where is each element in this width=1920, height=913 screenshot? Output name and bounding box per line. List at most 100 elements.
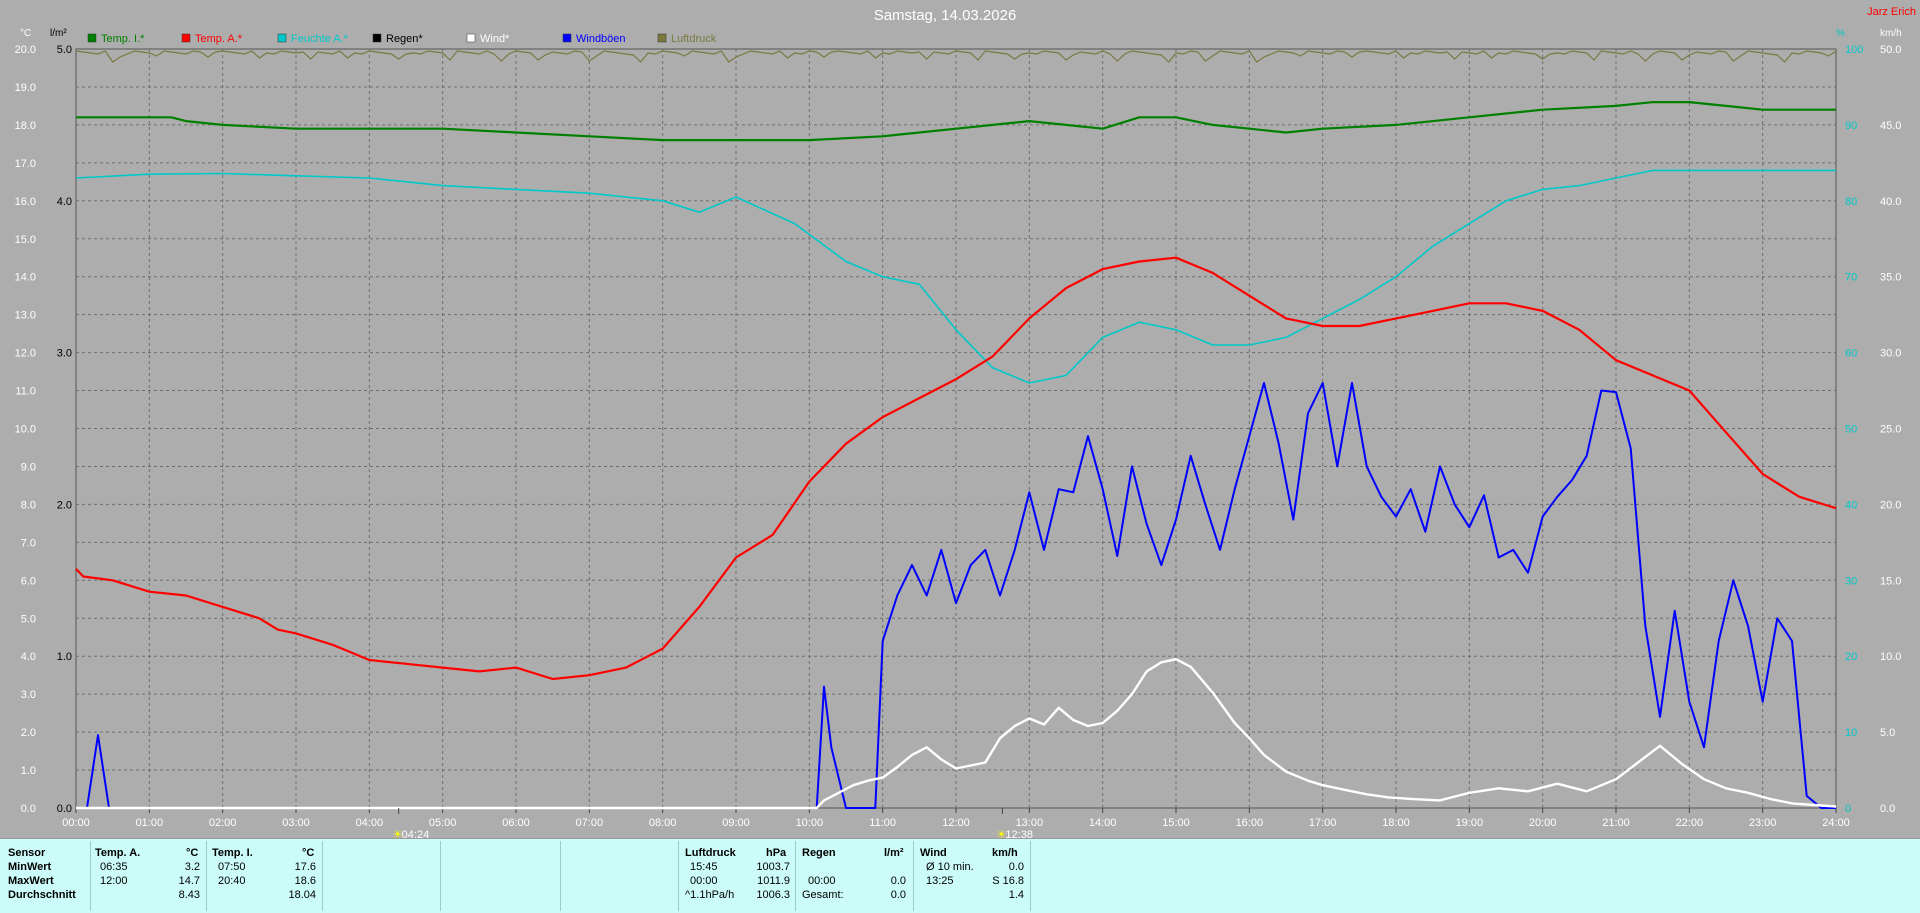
wind-tick-label: 30.0 (1880, 348, 1901, 360)
legend-label: Temp. A.* (195, 33, 243, 45)
x-tick-label: 02:00 (209, 817, 237, 829)
sun-marker-label: 04:24 (402, 829, 430, 838)
x-tick-label: 14:00 (1089, 817, 1117, 829)
wind-max: S 16.8 (992, 875, 1024, 887)
temp-tick-label: 1.0 (21, 765, 36, 777)
temp-a-title: Temp. A. (95, 847, 141, 859)
x-tick-label: 00:00 (62, 817, 90, 829)
x-tick-label: 15:00 (1162, 817, 1190, 829)
pct-axis-unit: % (1836, 28, 1845, 39)
temp-i-title: Temp. I. (212, 847, 253, 859)
wind-tick-label: 40.0 (1880, 196, 1901, 208)
wind-tick-label: 45.0 (1880, 120, 1901, 132)
pct-tick-label: 0 (1845, 803, 1851, 815)
temp-a-max: 14.7 (178, 875, 200, 887)
pct-tick-label: 20 (1845, 651, 1857, 663)
temp-tick-label: 20.0 (15, 44, 36, 56)
legend-label: Feuchte A.* (291, 33, 349, 45)
wind-tick-label: 15.0 (1880, 575, 1901, 587)
pressure-title: Luftdruck (685, 847, 736, 859)
temp-i-max: 18.6 (294, 875, 316, 887)
wind-tick-label: 20.0 (1880, 499, 1901, 511)
temp-i-avg: 18.04 (288, 889, 316, 901)
pct-tick-label: 80 (1845, 196, 1857, 208)
rain-tick-label: 5.0 (57, 44, 72, 56)
rain-unit: l/m² (884, 847, 904, 859)
temp-i-max-time: 20:40 (218, 875, 246, 887)
pressure-trend-label: ^1.1hPa/h (685, 889, 735, 901)
temp-i-unit: °C (302, 847, 315, 859)
legend-label: Windböen (576, 33, 626, 45)
x-tick-label: 20:00 (1529, 817, 1557, 829)
temp-tick-label: 14.0 (15, 272, 36, 284)
sun-marker-label: 12:38 (1005, 829, 1033, 838)
chart-title: Samstag, 14.03.2026 (874, 7, 1017, 24)
rain-total-label: Gesamt: (802, 889, 844, 901)
x-tick-label: 09:00 (722, 817, 750, 829)
row-label-max: MaxWert (8, 875, 54, 887)
wind-tick-label: 25.0 (1880, 424, 1901, 436)
x-tick-label: 05:00 (429, 817, 457, 829)
wind-tick-label: 0.0 (1880, 803, 1895, 815)
temp-tick-label: 5.0 (21, 613, 36, 625)
pct-tick-label: 40 (1845, 499, 1857, 511)
temp-i-min-time: 07:50 (218, 861, 246, 873)
temp-tick-label: 9.0 (21, 461, 36, 473)
x-tick-label: 13:00 (1016, 817, 1044, 829)
pct-tick-label: 50 (1845, 424, 1857, 436)
legend-label: Regen* (386, 33, 423, 45)
statistics-panel: Sensor MinWert MaxWert Durchschnitt Temp… (0, 838, 1920, 913)
x-tick-label: 18:00 (1382, 817, 1410, 829)
rain-max-time: 00:00 (808, 875, 836, 887)
temp-tick-label: 3.0 (21, 689, 36, 701)
row-label-min: MinWert (8, 861, 52, 873)
x-tick-label: 22:00 (1676, 817, 1704, 829)
sensor-label: Sensor (8, 847, 46, 859)
temp-tick-label: 11.0 (15, 386, 36, 398)
wind-tick-label: 50.0 (1880, 44, 1901, 56)
rain-axis-unit: l/m² (50, 28, 67, 39)
wind-avg: 1.4 (1008, 889, 1024, 901)
author-label: Jarz Erich (1867, 6, 1916, 18)
pct-tick-label: 100 (1845, 44, 1863, 56)
rain-title: Regen (802, 847, 836, 859)
temp-tick-label: 13.0 (15, 310, 36, 322)
wind-tick-label: 5.0 (1880, 727, 1895, 739)
rain-tick-label: 1.0 (57, 651, 72, 663)
wind-max-time: 13:25 (926, 875, 954, 887)
wind-tick-label: 10.0 (1880, 651, 1901, 663)
rain-tick-label: 3.0 (57, 348, 72, 360)
legend-swatch (466, 33, 476, 43)
x-tick-label: 10:00 (796, 817, 824, 829)
rain-tick-label: 0.0 (57, 803, 72, 815)
temp-axis-unit: °C (20, 28, 31, 39)
temp-tick-label: 12.0 (15, 348, 36, 360)
temp-a-min: 3.2 (184, 861, 200, 873)
temp-tick-label: 0.0 (21, 803, 36, 815)
temp-tick-label: 17.0 (15, 158, 36, 170)
legend-swatch (181, 33, 191, 43)
pressure-max: 1011.9 (757, 875, 790, 887)
wind-min-label: Ø 10 min. (926, 861, 974, 873)
wind-unit: km/h (992, 847, 1018, 859)
pct-tick-label: 90 (1845, 120, 1857, 132)
rain-tick-label: 4.0 (57, 196, 72, 208)
temp-a-unit: °C (186, 847, 199, 859)
temp-tick-label: 4.0 (21, 651, 36, 663)
x-tick-label: 08:00 (649, 817, 677, 829)
legend-swatch (372, 33, 382, 43)
temp-tick-label: 15.0 (15, 234, 36, 246)
legend-label: Wind* (480, 33, 510, 45)
x-tick-label: 11:00 (869, 817, 896, 829)
rain-total: 0.0 (890, 889, 906, 901)
temp-tick-label: 18.0 (15, 120, 36, 132)
pct-tick-label: 30 (1845, 575, 1857, 587)
temp-a-min-time: 06:35 (100, 861, 128, 873)
pressure-min: 1003.7 (756, 861, 790, 873)
chart-background (0, 0, 1920, 838)
wind-min: 0.0 (1008, 861, 1024, 873)
pressure-min-time: 15:45 (690, 861, 718, 873)
temp-tick-label: 8.0 (21, 499, 36, 511)
pressure-max-time: 00:00 (690, 875, 718, 887)
temp-tick-label: 10.0 (15, 424, 36, 436)
